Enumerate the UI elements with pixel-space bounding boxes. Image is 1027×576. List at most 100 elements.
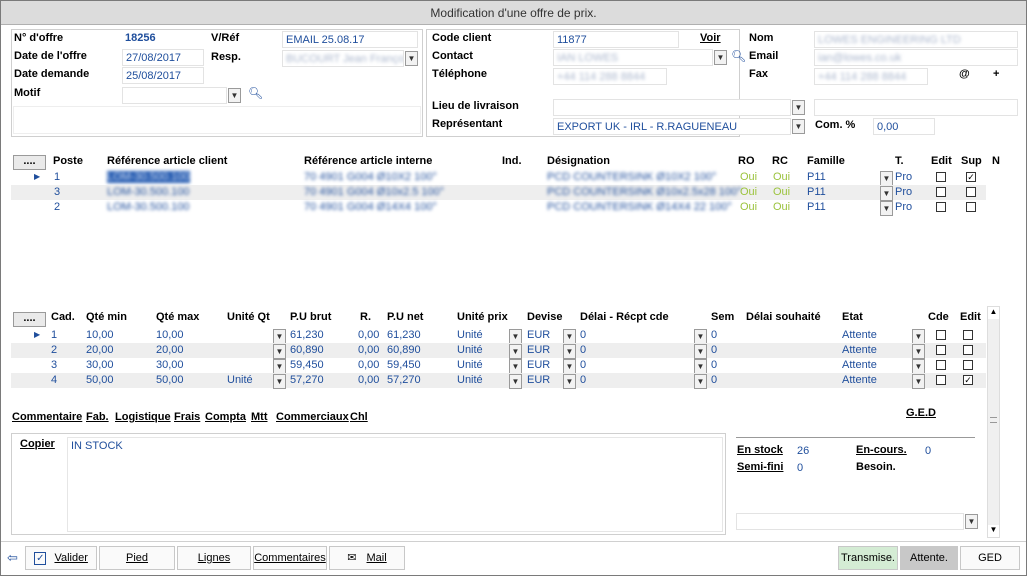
article-type-dropdown-icon[interactable]: ▼	[880, 186, 893, 201]
col-ind[interactable]: Ind.	[502, 155, 522, 167]
voir-link[interactable]: Voir	[700, 32, 721, 44]
qty-etat-dropdown-icon[interactable]: ▼	[912, 329, 925, 344]
tab-chl[interactable]: Chl	[350, 411, 368, 423]
en-cours-label[interactable]: En-cours.	[856, 444, 907, 456]
tab-frais[interactable]: Frais	[174, 411, 200, 423]
col-qte-min[interactable]: Qté min	[86, 311, 127, 323]
article-edit-checkbox[interactable]	[936, 187, 946, 197]
col-qte-max[interactable]: Qté max	[156, 311, 199, 323]
scroll-thumb[interactable]	[990, 417, 997, 423]
article-type-dropdown-icon[interactable]: ▼	[880, 201, 893, 216]
col-sup[interactable]: Sup	[961, 155, 982, 167]
vref-field[interactable]: EMAIL 25.08.17	[282, 31, 418, 48]
contact-dropdown-icon[interactable]: ▼	[714, 50, 727, 65]
articles-menu-button[interactable]: ....	[13, 155, 46, 170]
col-unite-prix[interactable]: Unité prix	[457, 311, 508, 323]
article-row[interactable]: ▶ 1 LOM-30.500.100 70 4901 G004 Ø10X2 100° P…	[11, 170, 986, 186]
delivery-extra-field[interactable]	[814, 99, 1018, 116]
pied-button[interactable]: Pied	[99, 546, 175, 570]
vertical-scrollbar[interactable]: ▲ ▼	[987, 306, 1000, 538]
col-pu-brut[interactable]: P.U brut	[290, 311, 331, 323]
col-delai[interactable]: Délai - Récpt cde	[580, 311, 669, 323]
qty-unite-dropdown-icon[interactable]: ▼	[273, 374, 286, 389]
motif-text-area[interactable]	[13, 106, 421, 134]
article-sup-checkbox[interactable]: ✓	[966, 172, 976, 182]
ged-button[interactable]: GED	[960, 546, 1020, 570]
offer-date-field[interactable]: 27/08/2017	[122, 49, 204, 66]
article-edit-checkbox[interactable]	[936, 172, 946, 182]
scroll-down-icon[interactable]: ▼	[988, 525, 999, 537]
representative-dropdown-icon[interactable]: ▼	[792, 119, 805, 134]
col-n[interactable]: N	[992, 155, 1000, 167]
representative-select[interactable]: EXPORT UK - IRL - R.RAGUENEAU	[553, 118, 791, 135]
qty-unite-dropdown-icon[interactable]: ▼	[273, 359, 286, 374]
qty-edit-checkbox[interactable]	[963, 360, 973, 370]
qty-devise-dropdown-icon[interactable]: ▼	[563, 329, 576, 344]
col-pu-net[interactable]: P.U net	[387, 311, 423, 323]
col-ref-client[interactable]: Référence article client	[107, 155, 227, 167]
col-etat[interactable]: Etat	[842, 311, 863, 323]
qty-unite-prix-dropdown-icon[interactable]: ▼	[509, 359, 522, 374]
qty-unite-prix-dropdown-icon[interactable]: ▼	[509, 344, 522, 359]
qty-edit-checkbox[interactable]	[963, 330, 973, 340]
en-stock-label[interactable]: En stock	[737, 444, 783, 456]
article-type-dropdown-icon[interactable]: ▼	[880, 171, 893, 186]
qty-devise-dropdown-icon[interactable]: ▼	[563, 344, 576, 359]
article-edit-checkbox[interactable]	[936, 202, 946, 212]
qty-delai-dropdown-icon[interactable]: ▼	[694, 329, 707, 344]
email-field[interactable]: ian@lowes.co.uk	[814, 49, 1018, 66]
commentaires-button[interactable]: Commentaires	[253, 546, 327, 570]
col-designation[interactable]: Désignation	[547, 155, 610, 167]
motif-dropdown-icon[interactable]: ▼	[228, 88, 241, 103]
resp-select[interactable]: BUCOURT Jean François	[282, 50, 404, 67]
tab-mtt[interactable]: Mtt	[251, 411, 268, 423]
name-field[interactable]: LOWES ENGINEERING LTD	[814, 31, 1018, 48]
send-email-button[interactable]: @	[959, 68, 970, 80]
qty-etat-dropdown-icon[interactable]: ▼	[912, 374, 925, 389]
col-q-edit[interactable]: Edit	[960, 311, 981, 323]
qty-delai-dropdown-icon[interactable]: ▼	[694, 344, 707, 359]
col-devise[interactable]: Devise	[527, 311, 562, 323]
col-cad[interactable]: Cad.	[51, 311, 75, 323]
col-edit[interactable]: Edit	[931, 155, 952, 167]
qty-cde-checkbox[interactable]	[936, 330, 946, 340]
article-row[interactable]: 2 LOM-30.500.100 70 4901 G004 Ø14X4 100° PC…	[11, 200, 986, 216]
copy-link[interactable]: Copier	[20, 438, 55, 450]
col-ref-interne[interactable]: Référence article interne	[304, 155, 432, 167]
motif-search-icon[interactable]: 🔍︎	[248, 86, 263, 100]
commission-field[interactable]: 0,00	[873, 118, 935, 135]
col-rc[interactable]: RC	[772, 155, 788, 167]
contact-search-icon[interactable]: 🔍︎	[731, 49, 746, 63]
qty-cde-checkbox[interactable]	[936, 345, 946, 355]
semi-fini-label[interactable]: Semi-fini	[737, 461, 783, 473]
qty-unite-prix-dropdown-icon[interactable]: ▼	[509, 374, 522, 389]
ged-link[interactable]: G.E.D	[906, 407, 936, 419]
col-cde[interactable]: Cde	[928, 311, 949, 323]
col-delai-souhaite[interactable]: Délai souhaité	[746, 311, 821, 323]
telephone-field[interactable]: +44 114 288 8844	[553, 68, 667, 85]
qty-edit-checkbox[interactable]: ✓	[963, 375, 973, 385]
tab-logistique[interactable]: Logistique	[115, 411, 171, 423]
col-poste[interactable]: Poste	[53, 155, 83, 167]
qty-cde-checkbox[interactable]	[936, 375, 946, 385]
request-date-field[interactable]: 25/08/2017	[122, 67, 204, 84]
mail-button[interactable]: ✉ Mail	[329, 546, 405, 570]
qty-etat-dropdown-icon[interactable]: ▼	[912, 359, 925, 374]
qty-etat-dropdown-icon[interactable]: ▼	[912, 344, 925, 359]
qty-delai-dropdown-icon[interactable]: ▼	[694, 374, 707, 389]
add-contact-button[interactable]: +	[993, 68, 999, 80]
qty-cde-checkbox[interactable]	[936, 360, 946, 370]
tab-commentaire[interactable]: Commentaire	[12, 411, 82, 423]
resp-dropdown-icon[interactable]: ▼	[405, 51, 418, 66]
attente-button[interactable]: Attente.	[900, 546, 958, 570]
qty-delai-dropdown-icon[interactable]: ▼	[694, 359, 707, 374]
col-r[interactable]: R.	[360, 311, 371, 323]
tab-fab[interactable]: Fab.	[86, 411, 109, 423]
exit-icon[interactable]: ⇦	[7, 550, 18, 566]
article-sup-checkbox[interactable]	[966, 202, 976, 212]
qty-unite-prix-dropdown-icon[interactable]: ▼	[509, 329, 522, 344]
stock-select[interactable]	[736, 513, 964, 530]
article-sup-checkbox[interactable]	[966, 187, 976, 197]
qty-unite-dropdown-icon[interactable]: ▼	[273, 329, 286, 344]
transmise-button[interactable]: Transmise.	[838, 546, 898, 570]
